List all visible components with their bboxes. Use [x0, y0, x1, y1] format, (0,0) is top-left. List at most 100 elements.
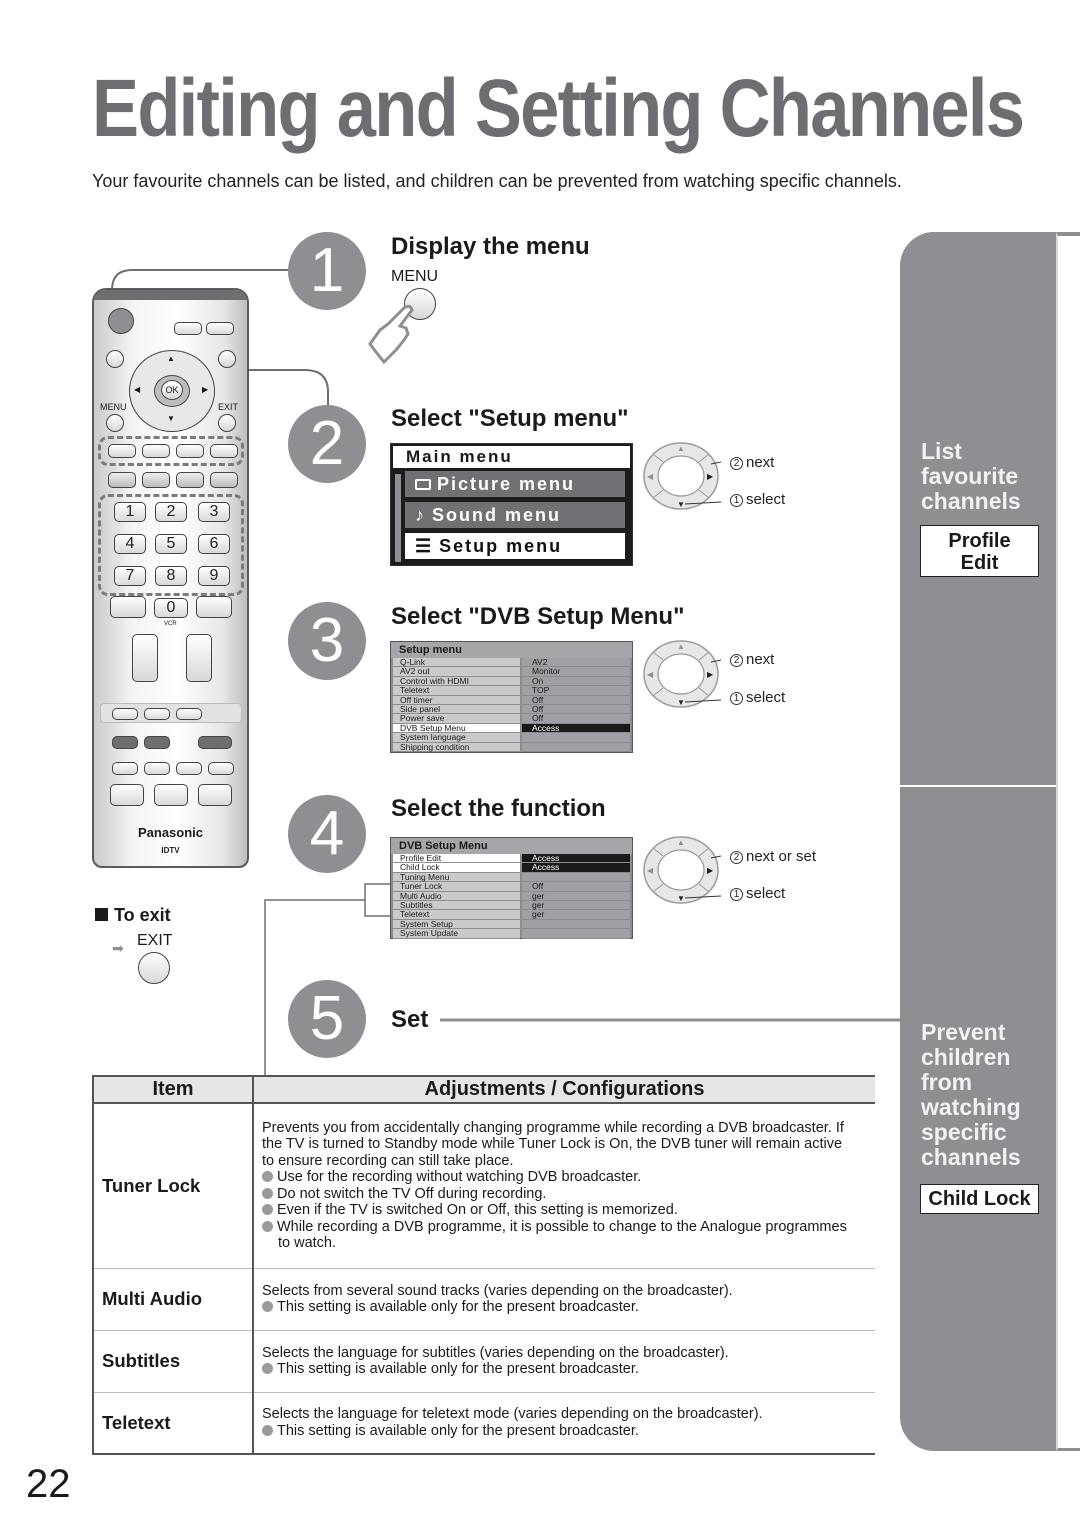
power-button[interactable] [108, 308, 134, 334]
remote-button[interactable] [174, 322, 202, 335]
side-tab-edge [1056, 232, 1080, 1451]
side-heading-line: channels [921, 488, 1021, 514]
remote-button[interactable] [198, 784, 232, 806]
circled-number: 2 [730, 456, 743, 470]
down-arrow-icon[interactable]: ▼ [167, 414, 175, 423]
bullet-dot-icon [262, 1301, 273, 1312]
exit-button[interactable] [138, 952, 170, 984]
table-cell-description: Selects from several sound tracks (varie… [253, 1268, 875, 1331]
remote-button[interactable] [144, 708, 170, 720]
bullet-text: Even if the TV is switched On or Off, th… [277, 1202, 678, 1219]
up-arrow-icon[interactable]: ▲ [167, 354, 175, 363]
number-button-4[interactable]: 4 [114, 534, 146, 554]
main-menu-item-setup[interactable]: ☰ Setup menu [405, 533, 625, 559]
menu-button[interactable] [106, 414, 124, 432]
remote-button[interactable] [108, 472, 136, 488]
remote-button[interactable] [112, 762, 138, 775]
number-button-3[interactable]: 3 [198, 502, 230, 522]
number-button-6[interactable]: 6 [198, 534, 230, 554]
remote-button[interactable] [112, 708, 138, 720]
remote-button[interactable] [206, 322, 234, 335]
menu-row[interactable]: Shipping condition [393, 742, 630, 752]
table-cell-item: Teletext [92, 1392, 254, 1455]
side-heading-line: children [921, 1044, 1011, 1070]
nav-hint-text: next [746, 651, 775, 668]
menu-row[interactable]: System Update [393, 928, 630, 939]
remote-button[interactable] [110, 784, 144, 806]
nav-hint-select: 1 select [730, 885, 785, 902]
main-menu-item-picture[interactable]: Picture menu [405, 471, 625, 497]
table-header-item: Item [92, 1075, 254, 1104]
bullet-text: This setting is available only for the p… [277, 1361, 639, 1377]
number-button-9[interactable]: 9 [198, 566, 230, 586]
step-2-title: Select "Setup menu" [391, 405, 629, 432]
remote-button[interactable] [218, 350, 236, 368]
circled-number: 2 [730, 850, 743, 864]
remote-button[interactable] [110, 596, 146, 618]
ok-button[interactable]: OK [161, 380, 183, 400]
setup-menu-rows: Q-Link AV2 AV2 out Monitor Control with HDMI… [391, 657, 632, 752]
svg-text:▶: ▶ [707, 472, 714, 481]
description-text: Prevents you from accidentally changing … [262, 1119, 844, 1169]
bullet-text: Do not switch the TV Off during recordin… [277, 1185, 547, 1202]
number-button-0[interactable]: 0 [154, 598, 188, 618]
blue-button[interactable] [210, 444, 238, 458]
table-row: Tuner Lock Prevents you from accidentally… [92, 1103, 875, 1269]
right-arrow-icon[interactable]: ▶ [202, 385, 208, 394]
channel-button[interactable] [186, 634, 212, 682]
bullet-dot-icon [262, 1363, 273, 1374]
left-arrow-icon[interactable]: ◀ [134, 385, 140, 394]
brand-logo: Panasonic [137, 825, 204, 840]
remote-button[interactable] [210, 472, 238, 488]
yellow-button[interactable] [176, 444, 204, 458]
remote-button[interactable] [142, 472, 170, 488]
remote-button[interactable] [176, 762, 202, 775]
remote-button[interactable] [112, 736, 138, 749]
vcr-label: VCR [164, 621, 177, 627]
remote-button[interactable] [106, 350, 124, 368]
svg-text:◀: ◀ [647, 670, 654, 679]
list-icon: ☰ [415, 536, 434, 556]
step-3-badge: 3 [288, 602, 366, 680]
bullet-item: Even if the TV is switched On or Off, th… [262, 1202, 855, 1219]
table-row: Teletext Selects the language for teletex… [92, 1392, 875, 1455]
svg-text:▼: ▼ [677, 698, 685, 707]
number-button-2[interactable]: 2 [155, 502, 187, 522]
remote-button[interactable] [144, 736, 170, 749]
svg-text:▼: ▼ [677, 500, 685, 509]
remote-control: OK ▲ ▼ ◀ ▶ MENU EXIT 1 2 3 4 5 6 7 8 9 0… [92, 288, 249, 868]
remote-button[interactable] [176, 708, 202, 720]
remote-button[interactable] [196, 596, 232, 618]
side-heading-line: specific [921, 1119, 1007, 1145]
bullet-dot-icon [262, 1171, 273, 1183]
step-3-title: Select "DVB Setup Menu" [391, 603, 685, 630]
remote-button[interactable] [208, 762, 234, 775]
remote-button[interactable] [144, 762, 170, 775]
svg-text:◀: ◀ [647, 866, 654, 875]
description-text: Selects the language for teletext mode (… [262, 1406, 763, 1423]
nav-hint-select: 1 select [730, 491, 785, 508]
step-5-badge: 5 [288, 980, 366, 1058]
menu-row-value [522, 919, 630, 930]
number-button-5[interactable]: 5 [155, 534, 187, 554]
nav-hint-next: 2 next [730, 454, 774, 471]
exit-button[interactable] [218, 414, 236, 432]
remote-button[interactable] [176, 472, 204, 488]
volume-button[interactable] [132, 634, 158, 682]
red-button[interactable] [108, 444, 136, 458]
svg-text:▲: ▲ [677, 444, 685, 453]
green-button[interactable] [142, 444, 170, 458]
remote-button[interactable] [198, 736, 232, 749]
main-menu-item-label: Setup menu [439, 536, 563, 556]
menu-row-value [522, 742, 630, 752]
nav-hint-text: select [746, 885, 786, 902]
svg-text:▶: ▶ [707, 866, 714, 875]
number-button-7[interactable]: 7 [114, 566, 146, 586]
main-menu-item-sound[interactable]: ♪ Sound menu [405, 502, 625, 528]
bullet-dot-icon [262, 1220, 273, 1232]
number-button-1[interactable]: 1 [114, 502, 146, 522]
main-menu-sidebar [395, 474, 401, 562]
remote-button[interactable] [154, 784, 188, 806]
number-button-8[interactable]: 8 [155, 566, 187, 586]
exit-button-label: EXIT [137, 932, 173, 949]
